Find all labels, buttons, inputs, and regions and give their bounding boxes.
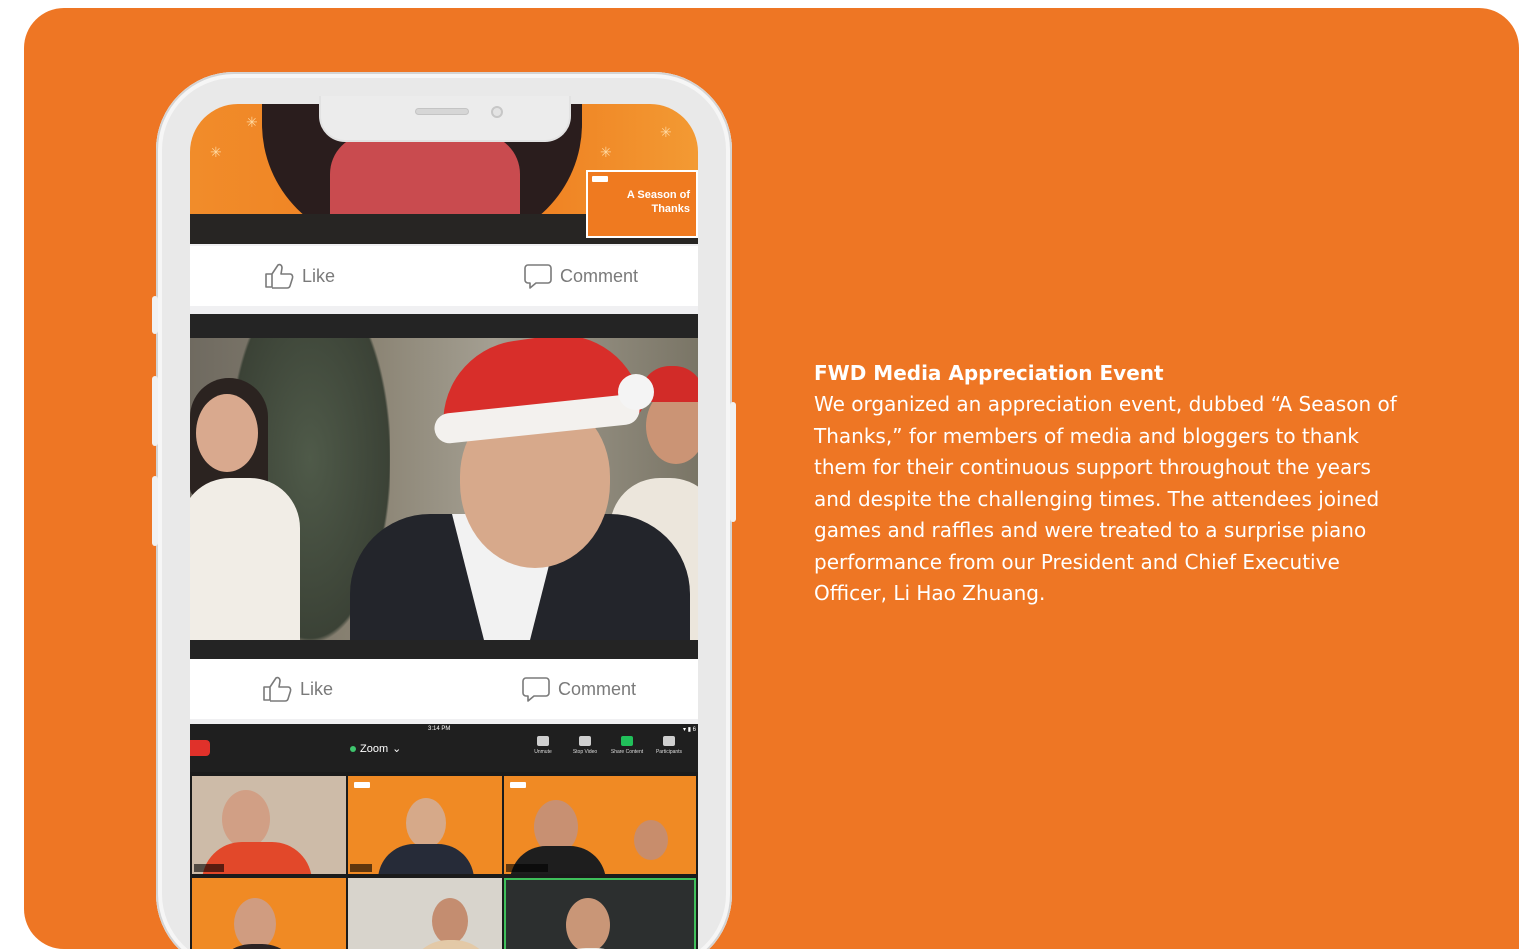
participant-face [634,820,668,860]
like-button[interactable]: Like [264,263,335,289]
participants-label: Participants [655,749,683,755]
sticker-text: A Season of Thanks [626,189,690,215]
microphone-icon [537,736,549,746]
comment-bubble-icon [522,677,550,702]
fwd-logo [354,782,370,788]
video-tile [348,776,502,874]
phone-notch [319,96,571,142]
article-title: FWD Media Appreciation Event [814,361,1164,385]
season-of-thanks-sticker: A Season of Thanks [586,170,698,238]
participants-button[interactable]: Participants [652,736,686,755]
zoom-app-name: Zoom [360,742,389,755]
snowflake-icon: ✳ [246,114,258,130]
participant-body [378,844,474,874]
comment-button[interactable]: Comment [524,263,638,289]
zoom-app-title: Zoom ⌄ [350,742,401,755]
front-camera [491,106,503,118]
phone-volume-up [152,376,158,446]
unmute-label: Unmute [534,749,552,755]
like-label: Like [300,678,334,699]
participant-name-tag [194,864,224,872]
leave-button[interactable] [190,740,210,756]
stop-video-button[interactable]: Stop Video [568,736,602,755]
phone-power-button [730,402,736,522]
article: FWD Media Appreciation Event We organize… [814,357,1414,610]
article-body: We organized an appreciation event, dubb… [814,392,1397,605]
participant-face [234,898,276,949]
post-image-2 [190,314,698,659]
zoom-tools: Unmute Stop Video Share Content Particip… [526,736,686,755]
phone-mute-switch [152,296,158,334]
fwd-logo [592,176,608,182]
speaker-grille [415,108,469,115]
zoom-toolbar: 3:14 PM ▾ ▮ 6 Zoom ⌄ Unmute Stop Video S… [190,724,698,772]
thumbs-up-icon [265,263,294,289]
participant-name-tag [350,864,372,872]
participant-face [406,798,446,848]
post-1-actions: Like Comment [190,246,698,306]
participant-body [408,940,494,949]
unmute-button[interactable]: Unmute [526,736,560,755]
video-tile [192,776,346,874]
santa-hat-pom [618,374,654,410]
comment-button[interactable]: Comment [522,676,636,702]
snowflake-icon: ✳ [600,144,612,160]
participant-face [222,790,270,848]
woman-left-body [190,478,300,640]
video-camera-icon [579,736,591,746]
thumbs-up-icon [263,676,292,702]
status-icons: ▾ ▮ 6 [683,727,696,733]
like-button[interactable]: Like [262,676,333,702]
participant-face [432,898,468,944]
fwd-logo [510,782,526,788]
like-label: Like [302,265,336,286]
post-2-actions: Like Comment [190,659,698,719]
status-time: 3:14 PM [428,726,451,732]
comment-label: Comment [560,265,639,286]
share-content-label: Share Content [610,749,644,755]
phone-screen: ✳ ✳ ✳ ✳ A Season of Thanks Like Comment [190,104,698,949]
photo-scene [190,338,698,640]
chevron-down-icon: ⌄ [392,743,402,755]
participant-body [212,944,302,949]
stop-video-label: Stop Video [572,749,598,755]
participants-icon [663,736,675,746]
comment-label: Comment [558,678,637,699]
woman-left-face [196,394,258,472]
video-tile-active-speaker [504,878,696,949]
secure-dot-icon [350,745,356,752]
share-content-button[interactable]: Share Content [610,736,644,755]
share-screen-icon [621,736,633,746]
participant-name-tag [506,864,548,872]
snowflake-icon: ✳ [210,144,222,160]
video-tile [504,776,696,874]
participant-face [566,898,610,949]
video-tile [348,878,502,949]
post-image-3-zoom-call: 3:14 PM ▾ ▮ 6 Zoom ⌄ Unmute Stop Video S… [190,724,698,949]
comment-bubble-icon [524,264,552,289]
video-tile [192,878,346,949]
snowflake-icon: ✳ [660,124,672,140]
phone-volume-down [152,476,158,546]
